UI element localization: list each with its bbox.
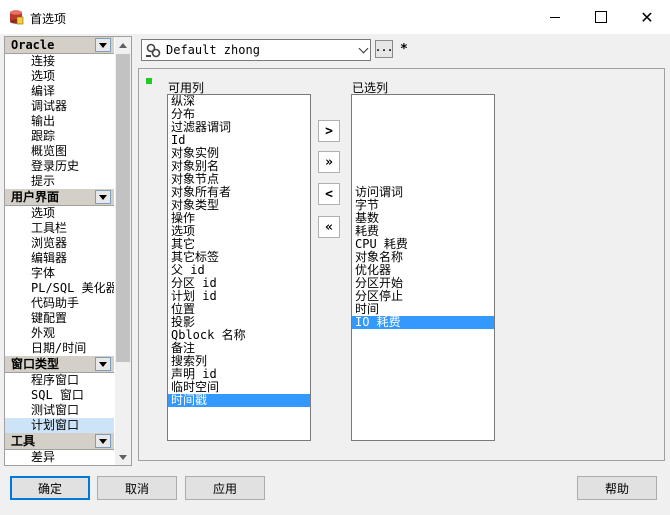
chevron-down-icon <box>358 43 369 54</box>
category-label: 窗口类型 <box>11 357 60 371</box>
category-label: 用户界面 <box>11 190 60 204</box>
tree-item[interactable]: 测试窗口 <box>5 403 114 418</box>
list-item[interactable]: 时间戳 <box>168 394 310 407</box>
tree-item[interactable]: 代码助手 <box>5 296 114 311</box>
tree-item[interactable]: PL/SQL 美化器 <box>5 281 114 296</box>
tree-item[interactable]: 编辑器 <box>5 251 114 266</box>
tree-item[interactable]: 提示 <box>5 174 114 189</box>
scroll-up-button[interactable] <box>115 37 131 53</box>
tree-scrollbar[interactable] <box>115 37 131 465</box>
tree-item[interactable]: 计划窗口 <box>5 418 114 433</box>
tree-item[interactable]: 外观 <box>5 326 114 341</box>
add-all-label: » <box>325 154 333 170</box>
cancel-label: 取消 <box>124 481 149 496</box>
profile-select[interactable]: Default zhong <box>141 39 371 61</box>
more-label: ... <box>374 43 394 54</box>
tree-item[interactable]: 选项 <box>5 69 114 84</box>
help-button[interactable]: 帮助 <box>577 476 657 500</box>
cancel-button[interactable]: 取消 <box>97 476 177 500</box>
list-item[interactable]: IO 耗费 <box>352 316 494 329</box>
ok-label: 确定 <box>37 481 62 496</box>
tree-item[interactable]: 连接 <box>5 54 114 69</box>
selected-columns-list[interactable]: 访问谓词 字节 基数 耗费 CPU 耗费 对象名称 优化器 分区开始 分区停止 时间 IO 耗费 <box>351 94 495 441</box>
remove-all-columns-button[interactable]: « <box>318 216 340 238</box>
category-header[interactable]: 窗口类型 <box>5 356 114 373</box>
window-title: 首选项 <box>30 12 67 26</box>
apply-button[interactable]: 应用 <box>185 476 265 500</box>
tree-item[interactable]: 选项 <box>5 206 114 221</box>
profile-icon <box>146 43 161 58</box>
chevron-down-icon <box>99 438 107 444</box>
remove-column-label: < <box>325 186 333 202</box>
minimize-button[interactable] <box>532 0 578 34</box>
tree-item[interactable]: 差异 <box>5 450 114 465</box>
title-bar: 首选项 ✕ <box>0 0 670 34</box>
scroll-down-button[interactable] <box>115 449 131 465</box>
add-column-label: > <box>325 123 333 139</box>
close-button[interactable]: ✕ <box>624 0 670 34</box>
tree-content: Oracle 连接 选项 编译 调试器 输出 跟踪 概览图 登录历史 提示 用户界面 选项 工具栏 浏览器… <box>5 37 114 465</box>
category-header[interactable]: 工具 <box>5 433 114 450</box>
tree-item[interactable]: 编译 <box>5 84 114 99</box>
tree-item[interactable]: 字体 <box>5 266 114 281</box>
maximize-button[interactable] <box>578 0 624 34</box>
category-header[interactable]: 用户界面 <box>5 189 114 206</box>
status-indicator <box>146 78 152 84</box>
category-label: 工具 <box>11 434 36 448</box>
modified-indicator: * <box>400 42 408 57</box>
ok-button[interactable]: 确定 <box>10 476 90 500</box>
help-label: 帮助 <box>604 481 629 496</box>
chevron-down-icon <box>99 194 107 200</box>
apply-label: 应用 <box>212 481 237 496</box>
tree-item[interactable]: 概览图 <box>5 144 114 159</box>
category-label: Oracle <box>11 38 55 52</box>
more-options-button[interactable]: ... <box>375 40 393 58</box>
chevron-down-icon <box>99 42 107 48</box>
add-column-button[interactable]: > <box>318 120 340 142</box>
tree-item[interactable]: 输出 <box>5 114 114 129</box>
list-item[interactable]: 过滤器谓词 <box>168 121 310 134</box>
add-all-columns-button[interactable]: » <box>318 151 340 173</box>
tree-item[interactable]: 调试器 <box>5 99 114 114</box>
tree-item[interactable]: 程序窗口 <box>5 373 114 388</box>
tree-item[interactable]: 键配置 <box>5 311 114 326</box>
profile-value: Default zhong <box>166 43 260 57</box>
scroll-thumb[interactable] <box>116 54 130 362</box>
category-tree[interactable]: Oracle 连接 选项 编译 调试器 输出 跟踪 概览图 登录历史 提示 用户界面 选项 工具栏 浏览器… <box>4 36 132 466</box>
arrow-down-icon <box>119 454 127 460</box>
minimize-icon <box>550 16 560 18</box>
tree-item[interactable]: 登录历史 <box>5 159 114 174</box>
remove-column-button[interactable]: < <box>318 183 340 205</box>
arrow-up-icon <box>119 42 127 48</box>
remove-all-label: « <box>325 219 333 235</box>
tree-item[interactable]: 浏览器 <box>5 236 114 251</box>
tree-item[interactable]: 日期/时间 <box>5 341 114 356</box>
app-icon <box>10 10 24 25</box>
available-columns-list[interactable]: 纵深 分布 过滤器谓词 Id 对象实例 对象别名 对象节点 对象所有者 对象类型 操作 选项 其它 其它… <box>167 94 311 441</box>
collapse-toggle[interactable] <box>95 38 111 52</box>
tree-item[interactable]: SQL 窗口 <box>5 388 114 403</box>
collapse-toggle[interactable] <box>95 434 111 448</box>
collapse-toggle[interactable] <box>95 357 111 371</box>
category-header[interactable]: Oracle <box>5 37 114 54</box>
collapse-toggle[interactable] <box>95 190 111 204</box>
chevron-down-icon <box>99 361 107 367</box>
maximize-icon <box>595 11 607 23</box>
tree-item[interactable]: 跟踪 <box>5 129 114 144</box>
tree-item[interactable]: 工具栏 <box>5 221 114 236</box>
close-icon: ✕ <box>640 7 654 27</box>
